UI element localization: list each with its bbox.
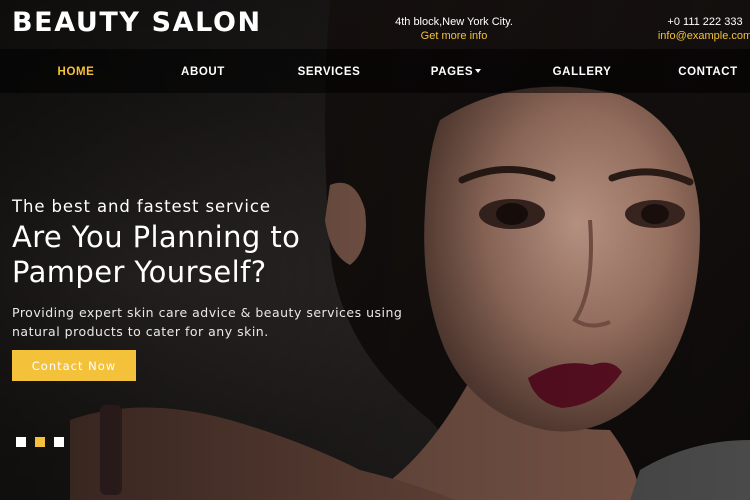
- main-nav: HOME ABOUT SERVICES PAGES GALLERY CONTAC…: [0, 49, 750, 93]
- nav-item-contact[interactable]: CONTACT: [668, 49, 748, 93]
- page: BEAUTY SALON 4th block,New York City. Ge…: [0, 0, 750, 500]
- slider-dot-2[interactable]: [35, 437, 45, 447]
- nav-item-pages[interactable]: PAGES: [418, 49, 494, 93]
- hero-eyebrow: The best and fastest service: [12, 197, 271, 216]
- nav-item-pages-label: PAGES: [430, 66, 474, 78]
- email-link[interactable]: info@example.com: [640, 29, 750, 43]
- hero-headline-line1: Are You Planning to: [12, 220, 301, 254]
- get-more-info-link[interactable]: Get more info: [378, 29, 530, 43]
- slider-dot-3[interactable]: [54, 437, 64, 447]
- phone-block: +0 111 222 333 info@example.com: [640, 15, 750, 43]
- nav-item-home[interactable]: HOME: [38, 49, 114, 93]
- nav-item-gallery[interactable]: GALLERY: [542, 49, 622, 93]
- hero-description: Providing expert skin care advice & beau…: [12, 303, 412, 341]
- slider-dot-1[interactable]: [16, 437, 26, 447]
- address-block: 4th block,New York City. Get more info: [378, 15, 530, 43]
- hero-headline-line2: Pamper Yourself?: [12, 255, 267, 289]
- phone-number: +0 111 222 333: [667, 16, 743, 28]
- contact-now-button[interactable]: Contact Now: [12, 350, 136, 381]
- hero-description-line1: Providing expert skin care advice & beau…: [12, 305, 403, 320]
- brand-logo[interactable]: BEAUTY SALON: [12, 7, 262, 39]
- hero-description-line2: natural products to cater for any skin.: [12, 324, 269, 339]
- top-bar: BEAUTY SALON 4th block,New York City. Ge…: [0, 0, 750, 49]
- nav-item-services[interactable]: SERVICES: [286, 49, 372, 93]
- hero-headline: Are You Planning to Pamper Yourself?: [12, 220, 352, 290]
- address-text: 4th block,New York City.: [395, 16, 513, 28]
- caret-down-icon: [475, 69, 482, 73]
- nav-item-about[interactable]: ABOUT: [165, 49, 241, 93]
